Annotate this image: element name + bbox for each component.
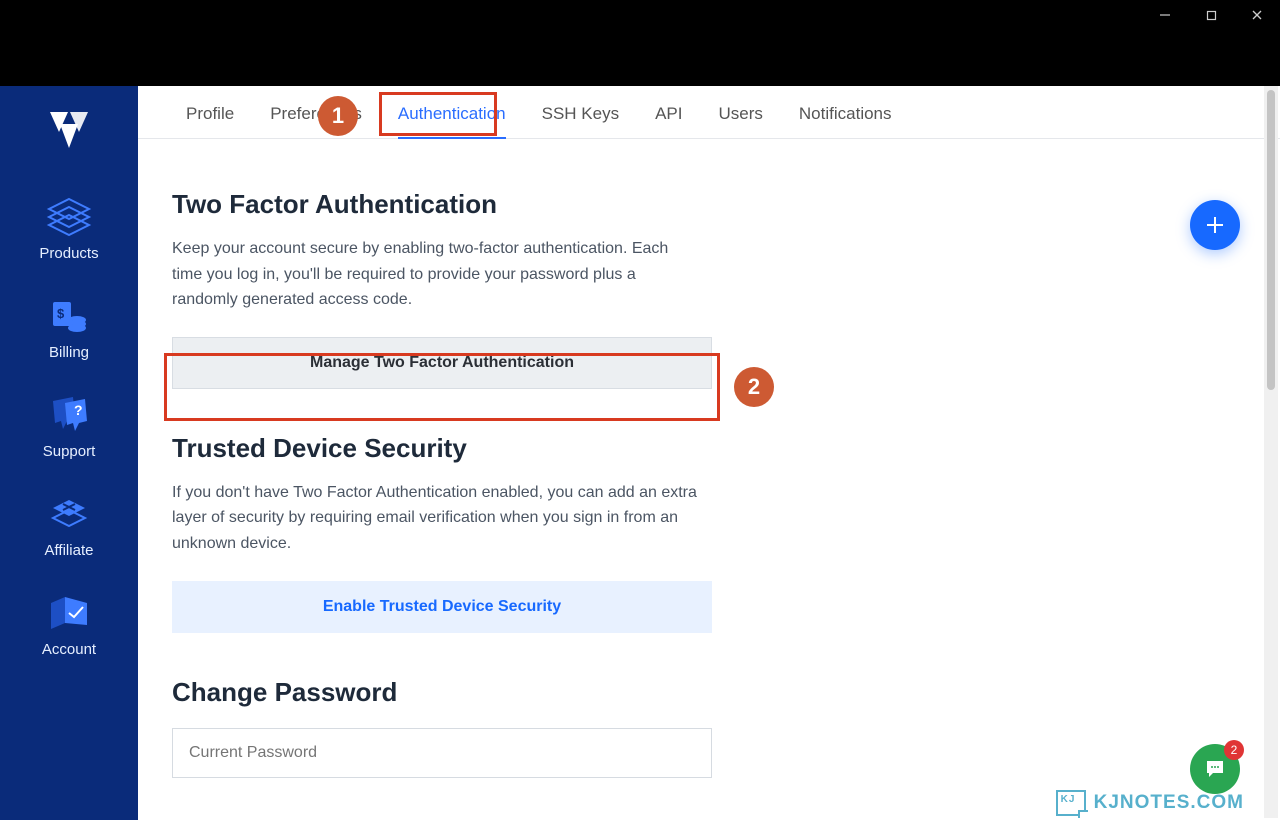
twofa-description: Keep your account secure by enabling two… (172, 236, 702, 313)
tab-ssh-keys[interactable]: SSH Keys (542, 104, 619, 138)
svg-text:?: ? (74, 402, 83, 418)
tab-users[interactable]: Users (719, 104, 763, 138)
sidebar-item-products[interactable]: Products (39, 195, 98, 262)
tab-profile[interactable]: Profile (186, 104, 234, 138)
sidebar-item-label: Products (39, 245, 98, 262)
add-fab-button[interactable] (1190, 200, 1240, 250)
page-viewport: Products $ Billing ? (0, 86, 1280, 820)
annotation-marker-2: 2 (734, 367, 774, 407)
settings-content: Two Factor Authentication Keep your acco… (138, 139, 1280, 820)
chat-badge: 2 (1224, 740, 1244, 760)
scrollbar[interactable] (1264, 86, 1278, 818)
brand-logo[interactable] (46, 110, 92, 155)
scrollbar-thumb[interactable] (1267, 90, 1275, 390)
sidebar-item-billing[interactable]: $ Billing (43, 294, 95, 361)
enable-trusted-device-button[interactable]: Enable Trusted Device Security (172, 581, 712, 633)
tab-notifications[interactable]: Notifications (799, 104, 892, 138)
sidebar-item-account[interactable]: Account (42, 591, 96, 658)
window-maximize-button[interactable] (1188, 0, 1234, 30)
manage-2fa-button[interactable]: Manage Two Factor Authentication (172, 337, 712, 389)
sidebar-item-label: Account (42, 641, 96, 658)
watermark: KJNOTES.COM (1056, 790, 1244, 816)
tab-authentication[interactable]: Authentication (398, 104, 506, 138)
app-sidebar: Products $ Billing ? (0, 86, 138, 820)
support-icon: ? (43, 393, 95, 437)
window-minimize-button[interactable] (1142, 0, 1188, 30)
watermark-logo-icon (1056, 790, 1086, 816)
window-controls (1142, 0, 1280, 30)
sidebar-item-support[interactable]: ? Support (43, 393, 96, 460)
affiliate-icon (43, 492, 95, 536)
sidebar-item-label: Affiliate (45, 542, 94, 559)
current-password-input[interactable] (172, 728, 712, 778)
main-panel: Profile Preferences Authentication SSH K… (138, 86, 1280, 820)
trusted-description: If you don't have Two Factor Authenticat… (172, 480, 702, 557)
tab-api[interactable]: API (655, 104, 682, 138)
watermark-text: KJNOTES.COM (1094, 792, 1244, 814)
change-password-heading: Change Password (172, 677, 1232, 708)
annotation-marker-1: 1 (318, 96, 358, 136)
settings-tabs: Profile Preferences Authentication SSH K… (138, 86, 1280, 139)
sidebar-item-affiliate[interactable]: Affiliate (43, 492, 95, 559)
twofa-heading: Two Factor Authentication (172, 189, 1232, 220)
account-icon (43, 591, 95, 635)
products-icon (43, 195, 95, 239)
sidebar-item-label: Billing (49, 344, 89, 361)
svg-text:$: $ (57, 306, 65, 321)
billing-icon: $ (43, 294, 95, 338)
sidebar-item-label: Support (43, 443, 96, 460)
window-close-button[interactable] (1234, 0, 1280, 30)
trusted-heading: Trusted Device Security (172, 433, 1232, 464)
chat-button[interactable]: 2 (1190, 744, 1240, 794)
window-background (0, 0, 1280, 86)
